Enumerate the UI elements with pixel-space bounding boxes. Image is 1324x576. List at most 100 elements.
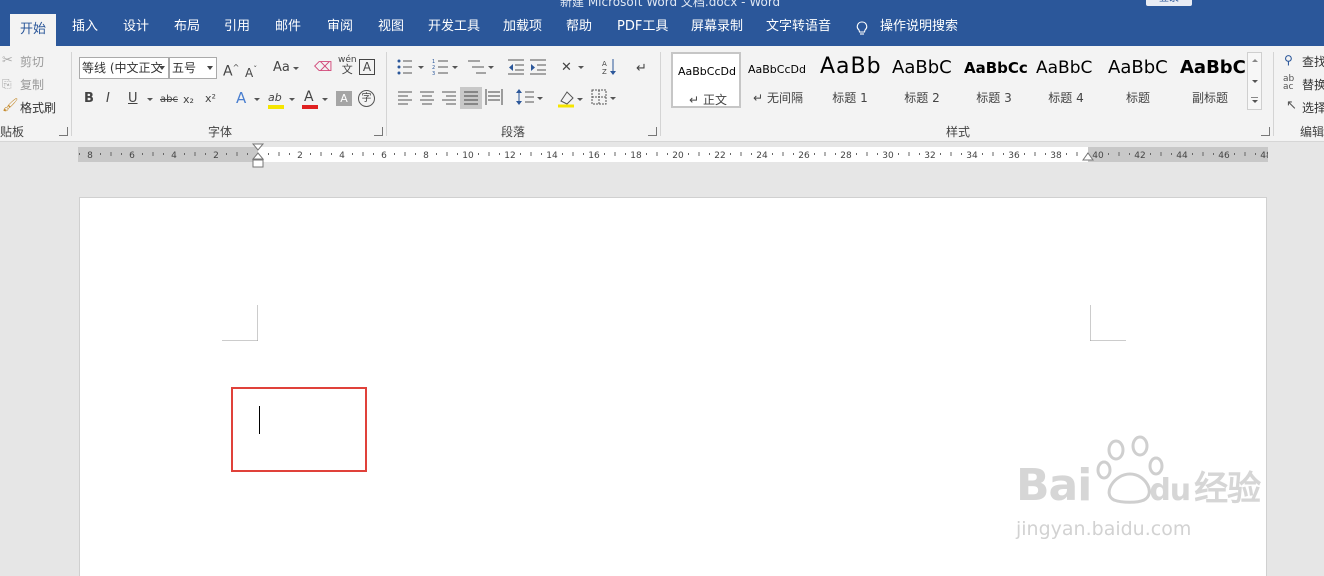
group-separator	[1273, 52, 1274, 136]
clear-formatting-icon[interactable]: ⌫	[314, 60, 332, 76]
chevron-down-icon	[254, 98, 260, 101]
watermark-brand-suffix: du	[1149, 473, 1191, 508]
sort-icon: AZ	[602, 59, 616, 76]
style-normal[interactable]: AaBbCcDd ↵ 正文	[671, 52, 741, 108]
tab-insert[interactable]: 插入	[72, 8, 98, 46]
margin-corner-top-left	[222, 305, 258, 341]
strikethrough-button[interactable]: abc	[160, 92, 178, 108]
highlight-button[interactable]: ab	[268, 90, 282, 106]
shrink-font-glyph: A	[245, 66, 254, 80]
style-subtitle[interactable]: AaBbC 副标题	[1175, 52, 1245, 108]
font-color-button[interactable]: A	[304, 89, 314, 105]
ruler-label: 38	[1050, 151, 1062, 161]
style-heading-2[interactable]: AaBbC 标题 2	[887, 52, 957, 108]
line-spacing-icon	[516, 89, 543, 105]
align-left-icon	[398, 91, 412, 105]
tab-pdf-tools[interactable]: PDF工具	[617, 8, 668, 46]
style-no-spacing[interactable]: AaBbCcDd ↵ 无间隔	[743, 52, 813, 108]
style-name: 标题 3	[976, 91, 1012, 105]
ruler-label: 44	[1176, 151, 1188, 161]
tab-view[interactable]: 视图	[378, 8, 404, 46]
character-border-icon[interactable]: A	[359, 59, 375, 75]
italic-button[interactable]: I	[106, 91, 110, 107]
style-sample: AaBbCcDd	[678, 65, 736, 78]
style-sample: AaBbC	[892, 57, 952, 78]
shrink-font-icon[interactable]: Aˇ	[245, 62, 257, 81]
chevron-down-icon	[289, 98, 295, 101]
format-painter-button[interactable]: 格式刷	[20, 99, 56, 116]
tab-addins[interactable]: 加载项	[503, 8, 542, 46]
ruler-label: 6	[381, 151, 387, 161]
style-name-text: 无间隔	[766, 91, 803, 105]
style-name: 副标题	[1191, 91, 1228, 105]
tab-layout[interactable]: 布局	[174, 8, 200, 46]
subscript-button[interactable]: x₂	[183, 92, 194, 108]
ruler-label: 20	[672, 151, 684, 161]
multilevel-list-icon	[468, 60, 494, 74]
tab-references[interactable]: 引用	[224, 8, 250, 46]
chevron-down-icon	[207, 66, 213, 70]
chevron-down-icon	[1252, 100, 1258, 103]
cut-button[interactable]: 剪切	[20, 53, 44, 70]
ruler-label: 10	[462, 151, 474, 161]
style-heading-4[interactable]: AaBbC 标题 4	[1031, 52, 1101, 108]
tell-me-search[interactable]: 操作说明搜索	[880, 8, 958, 46]
clipboard-launcher[interactable]	[59, 127, 68, 136]
tab-home[interactable]: 开始	[10, 14, 57, 46]
phonetic-guide-icon[interactable]: wén 文	[338, 55, 357, 76]
grow-font-icon[interactable]: A^	[223, 60, 239, 80]
style-name: 标题 1	[832, 91, 868, 105]
scissors-icon: ✂	[2, 53, 13, 68]
change-case-icon[interactable]: Aa	[273, 60, 290, 76]
ruler-label: 42	[1134, 151, 1145, 161]
tab-design[interactable]: 设计	[123, 8, 149, 46]
copy-button[interactable]: 复制	[20, 76, 44, 93]
window-title: 新建 Microsoft Word 文档.docx - Word	[560, 0, 781, 8]
styles-gallery-scroll[interactable]	[1247, 52, 1262, 110]
tab-developer[interactable]: 开发工具	[428, 8, 480, 46]
annotation-highlight-box	[231, 387, 367, 472]
ruler-label: 28	[840, 151, 852, 161]
tab-review[interactable]: 审阅	[327, 8, 353, 46]
select-button[interactable]: 选择	[1302, 99, 1324, 116]
font-launcher[interactable]	[374, 127, 383, 136]
styles-launcher[interactable]	[1261, 127, 1270, 136]
style-title[interactable]: AaBbC 标题	[1103, 52, 1173, 108]
font-name-combo[interactable]: 等线 (中文正文	[79, 57, 169, 79]
replace-button[interactable]: 替换	[1302, 76, 1324, 93]
styles-gallery: AaBbCcDd ↵ 正文 AaBbCcDd ↵ 无间隔 AaBb 标题 1 A…	[668, 52, 1262, 114]
grow-font-glyph: A	[223, 63, 233, 80]
right-indent-marker-icon[interactable]	[1081, 152, 1095, 164]
underline-button[interactable]: U	[128, 91, 138, 107]
enclose-characters-button[interactable]: 字	[358, 90, 375, 107]
shading-icon	[558, 91, 583, 108]
character-shading-button[interactable]: A	[336, 91, 352, 106]
tab-help[interactable]: 帮助	[566, 8, 592, 46]
text-effects-button[interactable]: A	[236, 90, 246, 106]
bold-button[interactable]: B	[84, 91, 94, 107]
tab-mailings[interactable]: 邮件	[275, 8, 301, 46]
indent-marker-icon[interactable]	[251, 143, 265, 171]
find-button[interactable]: 查找	[1302, 53, 1324, 70]
ribbon-home: ✂ 剪切 ⎘ 复制 🖌 格式刷 贴板 等线 (中文正文 五号 A^ Aˇ Aa …	[0, 46, 1324, 142]
watermark-url: jingyan.baidu.com	[1016, 518, 1192, 540]
more-styles-icon[interactable]	[1251, 97, 1258, 98]
margin-corner-top-right	[1090, 305, 1126, 341]
ruler-label: 8	[423, 151, 429, 161]
font-size-combo[interactable]: 五号	[169, 57, 217, 79]
style-heading-1[interactable]: AaBb 标题 1	[815, 52, 885, 108]
chevron-up-icon[interactable]	[1252, 59, 1258, 62]
lightbulb-icon	[856, 21, 868, 35]
superscript-button[interactable]: x²	[205, 91, 216, 107]
change-case-glyph: Aa	[273, 60, 290, 75]
paragraph-launcher[interactable]	[648, 127, 657, 136]
style-heading-3[interactable]: AaBbCc 标题 3	[959, 52, 1029, 108]
login-button[interactable]: 登录	[1146, 0, 1192, 6]
cursor-icon: ↖	[1286, 98, 1297, 113]
style-sample: AaBbC	[1108, 57, 1168, 78]
tab-text-to-speech[interactable]: 文字转语音	[766, 8, 831, 46]
chevron-down-icon[interactable]	[1252, 80, 1258, 83]
tab-screen-record[interactable]: 屏幕录制	[691, 8, 743, 46]
paragraph-mark: ↵	[753, 91, 764, 105]
svg-text:Z: Z	[602, 68, 607, 76]
